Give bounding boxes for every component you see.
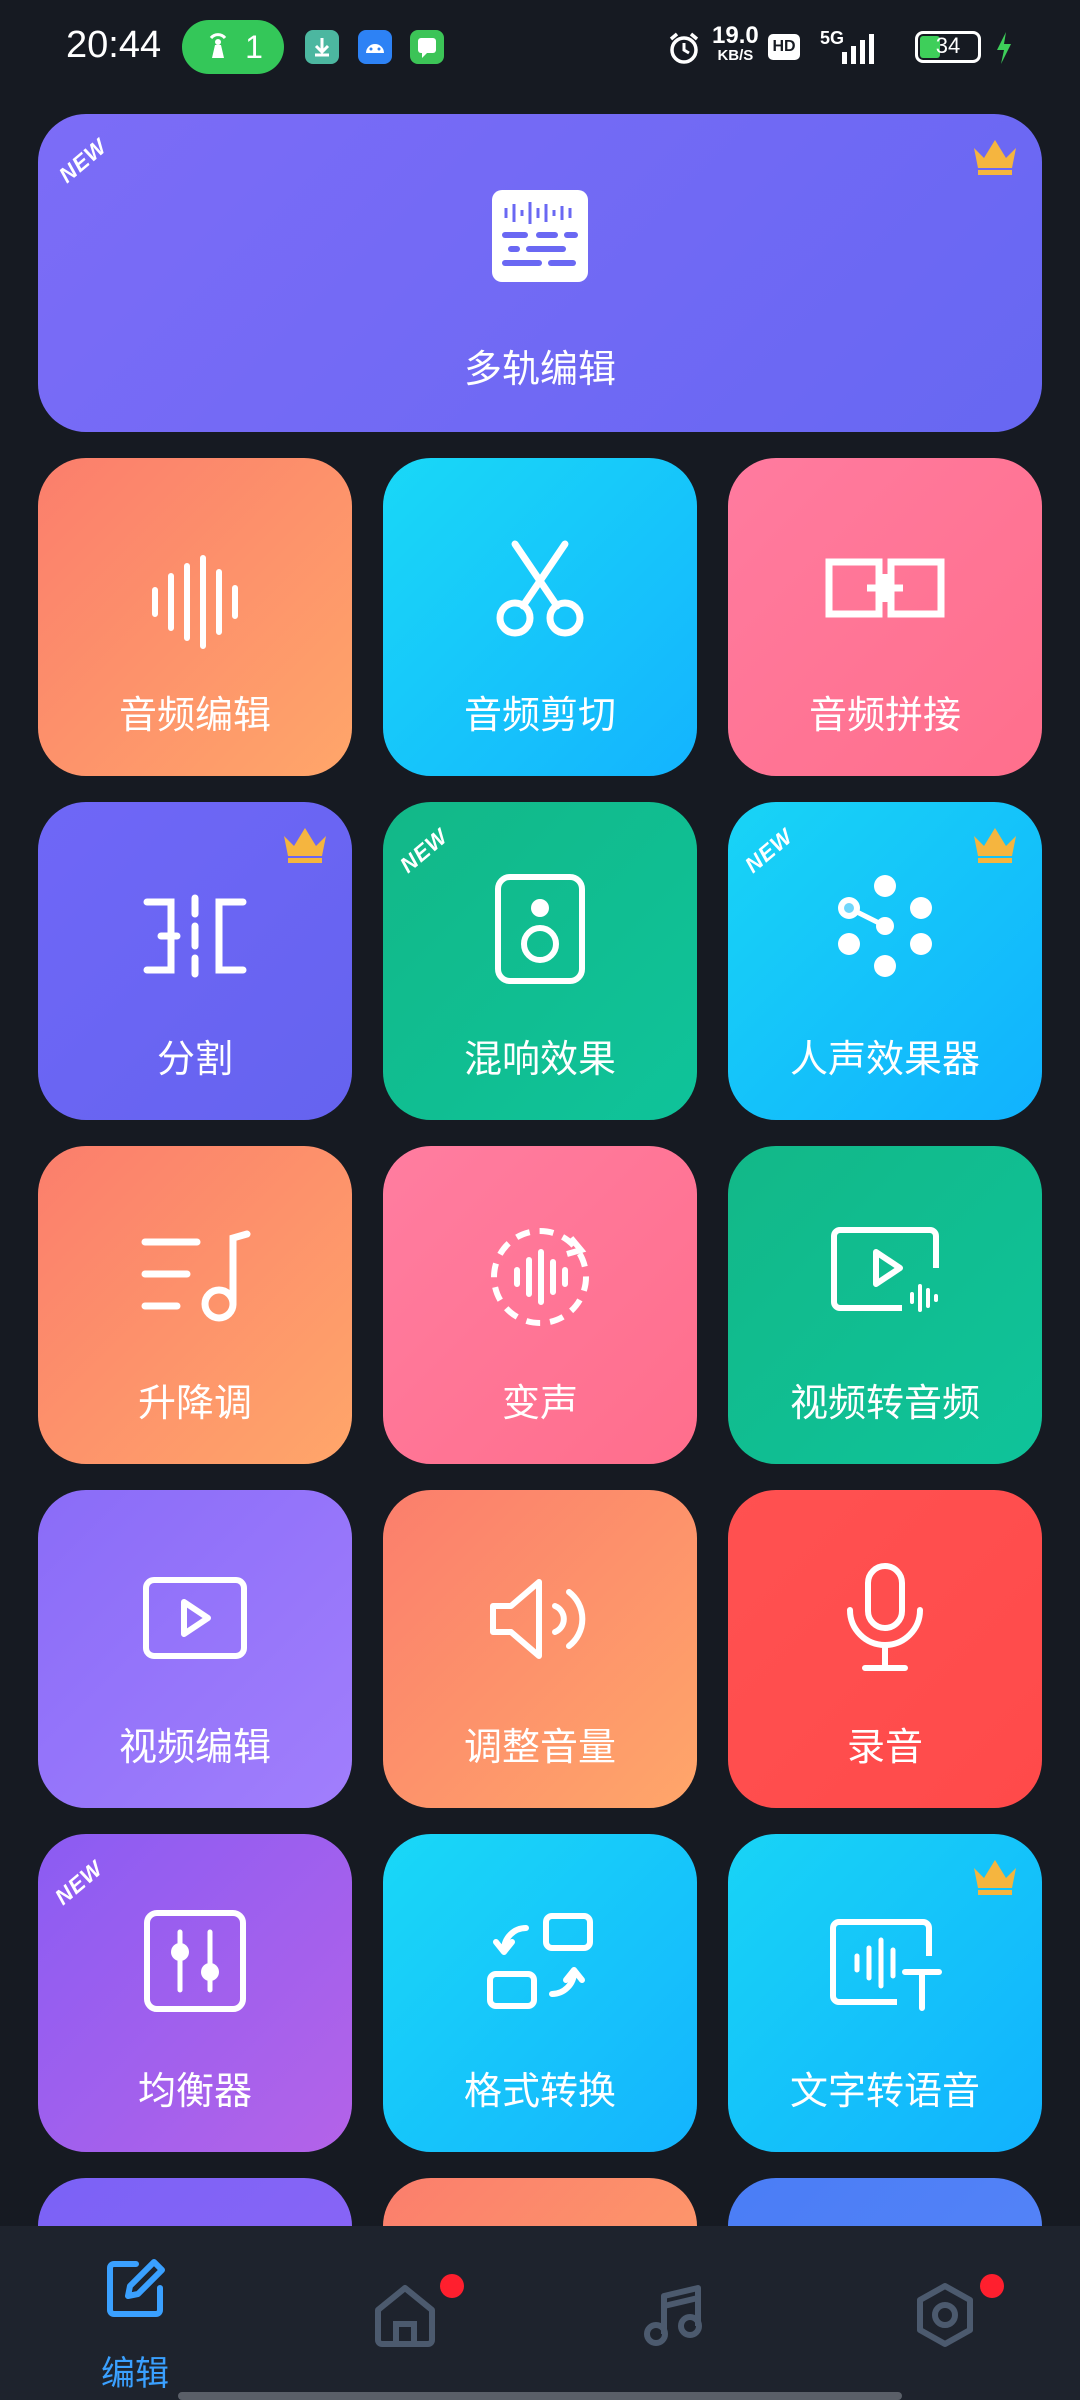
audio-edit-label: 音频编辑 [118, 693, 271, 737]
network-speed: 19.0 KB/S [712, 22, 759, 66]
nav-edit[interactable]: 编辑 [0, 2226, 270, 2400]
dots-effect-icon [838, 875, 932, 977]
crown-icon [974, 828, 1016, 863]
hotspot-icon [209, 33, 227, 58]
nav-home[interactable] [270, 2226, 540, 2400]
format-convert-label: 格式转换 [463, 2069, 616, 2113]
equalizer-icon [144, 1910, 246, 2012]
hotspot-count: 1 [245, 28, 263, 65]
download-notification-icon [305, 30, 339, 64]
crown-icon [284, 828, 326, 863]
tool-grid: NEW 多轨编辑 音频编辑 音频剪切 音频拼接 分割 NEW 混响效果 NEW … [0, 96, 1080, 2226]
format-convert-icon [487, 1913, 593, 2009]
split-card[interactable]: 分割 [38, 802, 352, 1120]
volume-icon [490, 1579, 586, 1659]
multitrack-edit-card[interactable]: NEW 多轨编辑 [38, 114, 1042, 432]
hotspot-indicator[interactable]: 1 [182, 20, 284, 74]
voice-change-icon [491, 1228, 589, 1326]
nav-edit-label: 编辑 [101, 2354, 169, 2394]
home-icon [375, 2285, 435, 2347]
status-time: 20:44 [66, 24, 162, 66]
audio-edit-card[interactable]: 音频编辑 [38, 458, 352, 776]
audio-cut-card[interactable]: 音频剪切 [383, 458, 697, 776]
text-to-speech-label: 文字转语音 [789, 2069, 980, 2113]
volume-label: 调整音量 [463, 1725, 616, 1769]
voice-change-label: 变声 [501, 1381, 578, 1425]
vocal-effects-label: 人声效果器 [789, 1037, 980, 1081]
scissors-icon [496, 540, 584, 637]
crown-icon [974, 1860, 1016, 1895]
video-edit-card[interactable]: 视频编辑 [38, 1490, 352, 1808]
equalizer-card[interactable]: NEW 均衡器 [38, 1834, 352, 2152]
format-convert-card[interactable]: 格式转换 [383, 1834, 697, 2152]
video-to-audio-card[interactable]: 视频转音频 [728, 1146, 1042, 1464]
signal-icon [842, 34, 874, 64]
multitrack-edit-label: 多轨编辑 [463, 347, 616, 391]
speed-value: 19.0 [712, 22, 759, 49]
text-to-speech-card[interactable]: 文字转语音 [728, 1834, 1042, 2152]
text-to-speech-icon [830, 1919, 942, 2011]
record-label: 录音 [846, 1725, 923, 1769]
new-badge: NEW [53, 133, 112, 188]
notification-dot [440, 2274, 464, 2298]
vocal-effects-card[interactable]: NEW 人声效果器 [728, 802, 1042, 1120]
status-bar: 20:44 1 19.0 KB/S HD 5G 34 [0, 0, 1080, 96]
split-label: 分割 [156, 1037, 233, 1081]
video-edit-label: 视频编辑 [118, 1725, 271, 1769]
reverb-label: 混响效果 [463, 1037, 616, 1081]
pitch-label: 升降调 [137, 1381, 252, 1425]
music-icon [644, 2285, 702, 2346]
merge-icon [825, 558, 945, 618]
android-notification-icon [358, 30, 392, 64]
audio-merge-label: 音频拼接 [808, 693, 961, 737]
nav-music[interactable] [540, 2226, 810, 2400]
speaker-icon [495, 874, 585, 984]
equalizer-label: 均衡器 [137, 2069, 252, 2113]
partial-card-2[interactable] [383, 2178, 697, 2226]
pitch-card[interactable]: 升降调 [38, 1146, 352, 1464]
settings-icon [917, 2283, 973, 2347]
video-edit-icon [143, 1577, 247, 1659]
battery-percent: 34 [935, 33, 961, 58]
charging-icon [997, 32, 1011, 64]
speed-unit: KB/S [717, 47, 754, 64]
reverb-card[interactable]: NEW 混响效果 [383, 802, 697, 1120]
partial-card-3[interactable] [728, 2178, 1042, 2226]
new-badge: NEW [394, 823, 453, 878]
new-badge: NEW [49, 1855, 108, 1910]
crown-icon [974, 140, 1016, 175]
voice-change-card[interactable]: 变声 [383, 1146, 697, 1464]
message-notification-icon [410, 30, 444, 64]
pitch-icon [141, 1230, 251, 1322]
edit-icon [107, 2259, 165, 2317]
video-to-audio-label: 视频转音频 [789, 1381, 980, 1425]
notification-dot [980, 2274, 1004, 2298]
waveform-icon [152, 555, 238, 649]
home-indicator[interactable] [178, 2392, 902, 2400]
nav-settings[interactable] [810, 2226, 1080, 2400]
battery-indicator: 34 [915, 31, 981, 63]
partial-card-1[interactable] [38, 2178, 352, 2226]
hd-badge: HD [768, 34, 800, 60]
status-right: 19.0 KB/S HD 5G 34 [660, 0, 1080, 96]
video-to-audio-icon [831, 1227, 939, 1312]
new-badge: NEW [739, 823, 798, 878]
multitrack-icon [492, 190, 588, 282]
volume-card[interactable]: 调整音量 [383, 1490, 697, 1808]
split-icon [143, 894, 247, 978]
bottom-navigation: 编辑 [0, 2226, 1080, 2400]
microphone-icon [847, 1563, 923, 1671]
audio-merge-card[interactable]: 音频拼接 [728, 458, 1042, 776]
alarm-icon [669, 32, 699, 64]
record-card[interactable]: 录音 [728, 1490, 1042, 1808]
audio-cut-label: 音频剪切 [463, 693, 616, 737]
